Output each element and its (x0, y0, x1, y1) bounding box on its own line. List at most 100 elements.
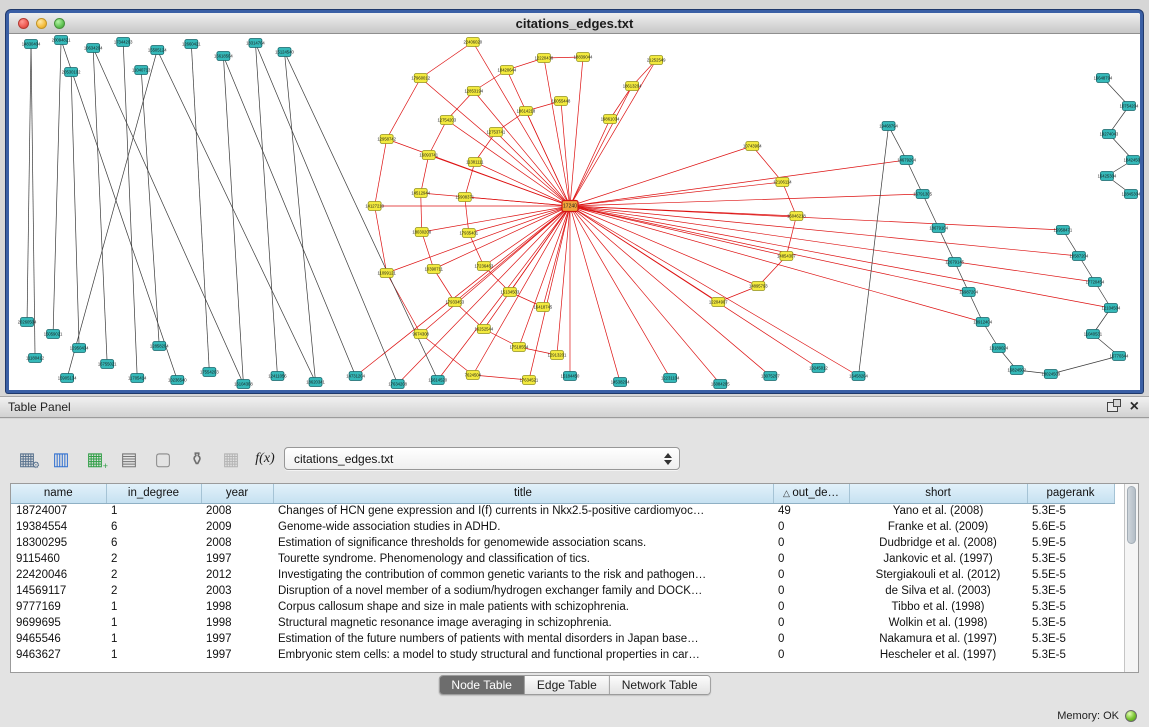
network-node[interactable]: 18024509 (1042, 370, 1061, 379)
network-node[interactable]: 12104504 (1102, 304, 1121, 313)
column-header-short[interactable]: short (849, 484, 1027, 503)
network-node[interactable]: 16824502 (1007, 366, 1026, 375)
network-node[interactable]: 10754204 (1120, 102, 1139, 111)
network-node[interactable]: 12858204 (150, 342, 169, 351)
network-node[interactable]: 17935401 (459, 229, 478, 238)
network-node[interactable]: 12679145 (945, 258, 964, 267)
network-node[interactable]: 10743904 (743, 142, 762, 151)
close-panel-icon[interactable]: × (1130, 400, 1139, 414)
network-node[interactable]: 7624504 (465, 371, 482, 380)
network-node[interactable]: 18614218 (517, 107, 536, 116)
close-window-button[interactable] (18, 18, 29, 29)
network-node[interactable]: 12845304 (1122, 190, 1140, 199)
network-node[interactable]: 18314704 (246, 39, 265, 48)
network-node[interactable]: 12106114 (773, 178, 792, 187)
tab-edge-table[interactable]: Edge Table (525, 676, 610, 694)
network-node[interactable]: 16093741 (419, 151, 438, 160)
network-node[interactable]: 16770344 (1110, 352, 1129, 361)
network-node[interactable]: 17634208 (388, 380, 407, 389)
network-node[interactable]: 17344203 (114, 38, 133, 47)
network-node[interactable]: 17240 (562, 201, 578, 212)
create-column-icon[interactable]: ▦+ (82, 446, 108, 472)
table-row[interactable]: 969969511998Structural magnetic resonanc… (11, 615, 1114, 631)
column-settings-icon[interactable]: ▦⚙ (14, 446, 40, 472)
network-node[interactable]: 16618504 (214, 52, 233, 61)
network-node[interactable]: 16648794 (1094, 74, 1113, 83)
network-node[interactable]: 12754203 (437, 116, 456, 125)
vertical-scrollbar[interactable] (1124, 484, 1138, 672)
network-node[interactable]: 12231104 (661, 374, 680, 383)
network-node[interactable]: 16046218 (787, 212, 806, 221)
table-row[interactable]: 977716911998Corpus callosum shape and si… (11, 599, 1114, 615)
network-node[interactable]: 20530102 (62, 68, 81, 77)
network-node[interactable]: 15614520 (428, 376, 447, 385)
network-node[interactable]: 18424503 (1124, 156, 1140, 165)
table-row[interactable]: 1872400712008Changes of HCN gene express… (11, 503, 1114, 519)
function-builder-icon[interactable]: f(x) (252, 446, 278, 472)
network-node[interactable]: 15958471 (1054, 226, 1073, 235)
table-row[interactable]: 2242004622012Investigating the contribut… (11, 567, 1114, 583)
network-node[interactable]: 11099121 (377, 269, 396, 278)
network-node[interactable]: 18912404 (973, 318, 992, 327)
network-canvas[interactable]: 1724016055448186142181275374111381111159… (9, 34, 1140, 390)
window-titlebar[interactable]: citations_edges.txt (9, 13, 1140, 34)
table-row[interactable]: 1830029562008Estimation of significance … (11, 535, 1114, 551)
network-node[interactable]: 12950434 (70, 344, 89, 353)
network-node[interactable]: 14731204 (346, 372, 365, 381)
network-node[interactable]: 12913201 (548, 351, 567, 360)
network-node[interactable]: 16252544 (475, 325, 494, 334)
float-panel-icon[interactable] (1107, 402, 1118, 412)
scrollbar-thumb[interactable] (1127, 486, 1136, 544)
network-node[interactable]: 22406020 (463, 38, 482, 47)
network-node[interactable]: 18620341 (306, 378, 325, 387)
network-node[interactable]: 19861034 (601, 115, 620, 124)
new-table-icon[interactable]: ▢ (150, 446, 176, 472)
network-node[interactable]: 16791305 (913, 190, 932, 199)
table-row[interactable]: 946554611997Estimation of the future num… (11, 631, 1114, 647)
network-graph[interactable]: 1724016055448186142181275374111381111159… (9, 34, 1140, 390)
network-node[interactable]: 14512944 (411, 189, 430, 198)
row-options-icon[interactable]: ▤ (116, 446, 142, 472)
network-node[interactable]: 12411056 (268, 372, 287, 381)
network-node[interactable]: 10390711 (425, 265, 444, 274)
tab-network-table[interactable]: Network Table (610, 676, 710, 694)
network-node[interactable]: 12204907 (709, 298, 728, 307)
network-node[interactable]: 16418745 (534, 303, 553, 312)
table-row[interactable]: 911546021997Tourette syndrome. Phenomeno… (11, 551, 1114, 567)
network-node[interactable]: 21252549 (647, 56, 666, 65)
column-header-out_de[interactable]: △ out_de… (773, 484, 849, 503)
network-node[interactable]: 9674308 (413, 330, 430, 339)
network-node[interactable]: 10634204 (84, 44, 103, 53)
network-node[interactable]: 14895793 (749, 282, 768, 291)
import-table-icon[interactable]: ▦ (218, 446, 244, 472)
network-node[interactable]: 16987204 (959, 288, 978, 297)
network-node[interactable]: 14538204 (611, 378, 630, 387)
network-node[interactable]: 17518554 (510, 343, 529, 352)
network-node[interactable]: 12853194 (464, 87, 483, 96)
network-node[interactable]: 16104308 (234, 380, 253, 389)
network-node[interactable]: 19245012 (809, 364, 828, 373)
network-node[interactable]: 16458204 (849, 372, 868, 381)
column-header-pagerank[interactable]: pagerank (1027, 484, 1114, 503)
network-node[interactable]: 15505124 (148, 46, 167, 55)
network-node[interactable]: 11705414 (128, 374, 147, 383)
network-node[interactable]: 11180412 (26, 354, 45, 363)
column-header-in_degree[interactable]: in_degree (106, 484, 201, 503)
network-node[interactable]: 10236540 (168, 376, 187, 385)
network-node[interactable]: 14679204 (897, 156, 916, 165)
network-node[interactable]: 20260504 (18, 318, 37, 327)
table-row[interactable]: 1938455462009Genome-wide association stu… (11, 519, 1114, 535)
table-selector-combo[interactable]: citations_edges.txt (284, 447, 680, 470)
network-node[interactable]: 13189024 (989, 344, 1008, 353)
network-node[interactable]: 11040713 (132, 66, 151, 75)
network-node[interactable]: 15124540 (275, 48, 294, 57)
network-node[interactable]: 14127210 (365, 202, 384, 211)
network-node[interactable]: 11381111 (466, 158, 484, 167)
network-node[interactable]: 17720454 (1086, 278, 1105, 287)
network-node[interactable]: 16425304 (1098, 172, 1117, 181)
network-node[interactable]: 12753741 (487, 128, 506, 137)
column-header-year[interactable]: year (201, 484, 273, 503)
network-node[interactable]: 12660421 (182, 40, 201, 49)
table-row[interactable]: 1456911722003Disruption of a novel membe… (11, 583, 1114, 599)
network-node[interactable]: 18420644 (498, 66, 517, 75)
